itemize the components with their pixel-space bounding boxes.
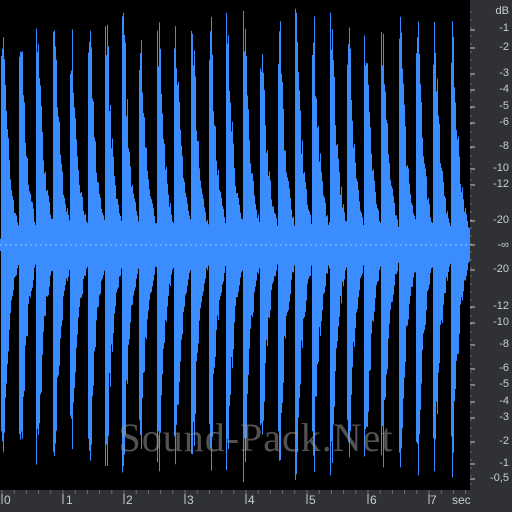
db-label: -1 (499, 457, 509, 469)
waveform-display[interactable] (0, 0, 470, 490)
time-label: 2 (126, 493, 133, 507)
db-label: -12 (493, 178, 509, 190)
time-unit-label: sec (452, 493, 471, 507)
db-label: -0,5 (490, 472, 509, 484)
time-ruler[interactable]: 0 1 2 3 4 5 6 7 sec (0, 490, 512, 512)
audio-editor-view: dB -1 -2 -3 -4 -5 -6 -8 -10 -12 -20 -∞ -… (0, 0, 512, 512)
db-label: -10 (493, 316, 509, 328)
time-label: 6 (370, 493, 377, 507)
db-label: -20 (493, 263, 509, 275)
db-label: -3 (499, 67, 509, 79)
time-label: 7 (430, 493, 437, 507)
waveform-path (0, 8, 470, 483)
db-label: -8 (499, 338, 509, 350)
db-label: -12 (493, 300, 509, 312)
db-label: -4 (499, 83, 509, 95)
time-label: 1 (66, 493, 73, 507)
db-label: -6 (499, 362, 509, 374)
waveform-samples (0, 8, 470, 483)
db-label: -8 (499, 140, 509, 152)
db-label: -2 (499, 41, 509, 53)
waveform-graph (0, 8, 470, 483)
db-label: -5 (499, 378, 509, 390)
time-label: 5 (309, 493, 316, 507)
db-unit-label: dB (495, 5, 509, 17)
db-label: -∞ (497, 239, 509, 251)
time-label: 3 (187, 493, 194, 507)
db-label: -20 (493, 214, 509, 226)
db-ruler: dB -1 -2 -3 -4 -5 -6 -8 -10 -12 -20 -∞ -… (470, 0, 512, 490)
time-label: 4 (248, 493, 255, 507)
time-label: 0 (4, 493, 11, 507)
db-label: -5 (499, 100, 509, 112)
db-label: -4 (499, 395, 509, 407)
db-label: -3 (499, 411, 509, 423)
db-label: -2 (499, 435, 509, 447)
db-label: -10 (493, 162, 509, 174)
db-label: -1 (499, 22, 509, 34)
db-label: -6 (499, 116, 509, 128)
